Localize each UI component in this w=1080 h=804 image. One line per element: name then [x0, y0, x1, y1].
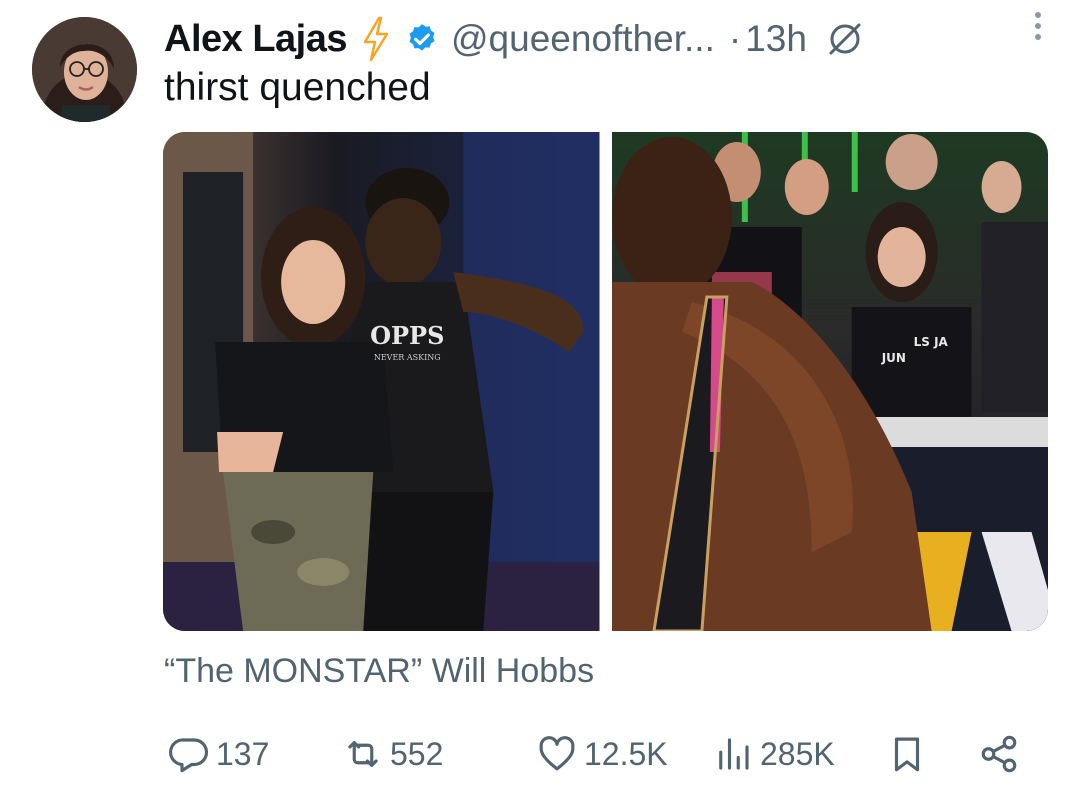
bookmark-button[interactable] — [886, 726, 934, 782]
avatar-image — [32, 17, 137, 122]
action-bar: 137 552 12.5K 285K — [160, 726, 1040, 782]
bookmark-icon — [894, 737, 920, 772]
repost-button[interactable]: 552 — [342, 726, 443, 782]
crowd-shirt-text-1: JUN — [880, 351, 905, 365]
post-text: thirst quenched — [164, 66, 431, 109]
shirt-text-tagline: NEVER ASKING — [374, 353, 441, 362]
separator-dot: · — [728, 18, 742, 59]
analytics-icon — [719, 738, 749, 770]
verified-badge-icon[interactable] — [405, 22, 439, 56]
grok-icon[interactable] — [825, 19, 865, 59]
views-button[interactable]: 285K — [712, 726, 835, 782]
author-avatar[interactable] — [32, 17, 137, 122]
photo-2-image: JUN LS JA — [611, 132, 1048, 631]
reply-icon — [169, 738, 209, 773]
post-timestamp[interactable]: 13h — [745, 18, 807, 60]
reply-button[interactable]: 137 — [168, 726, 269, 782]
media-caption: “The MONSTAR” Will Hobbs — [164, 652, 595, 690]
photo-1[interactable]: OPPS NEVER ASKING — [163, 132, 600, 631]
author-name[interactable]: Alex Lajas — [164, 18, 348, 61]
media-gallery: OPPS NEVER ASKING JUN LS JA — [163, 132, 1048, 631]
more-vertical-icon[interactable] — [1018, 6, 1058, 46]
repost-icon — [348, 741, 378, 767]
shirt-text-opps: OPPS — [370, 321, 444, 350]
heart-icon — [539, 736, 575, 771]
view-count: 285K — [760, 735, 835, 772]
like-button[interactable]: 12.5K — [536, 726, 668, 782]
photo-2[interactable]: JUN LS JA — [611, 132, 1048, 631]
reply-count: 137 — [216, 735, 270, 772]
repost-count: 552 — [390, 735, 444, 772]
share-button[interactable] — [978, 726, 1026, 782]
lightning-bolt-icon — [361, 16, 391, 62]
author-handle[interactable]: @queenofther... — [451, 18, 715, 60]
crowd-shirt-text-2: LS JA — [913, 335, 948, 349]
like-count: 12.5K — [584, 735, 668, 772]
photo-1-image: OPPS NEVER ASKING — [163, 132, 600, 631]
share-icon — [981, 735, 1017, 773]
post-header: Alex Lajas @queenofther... · 13h — [164, 14, 1056, 64]
